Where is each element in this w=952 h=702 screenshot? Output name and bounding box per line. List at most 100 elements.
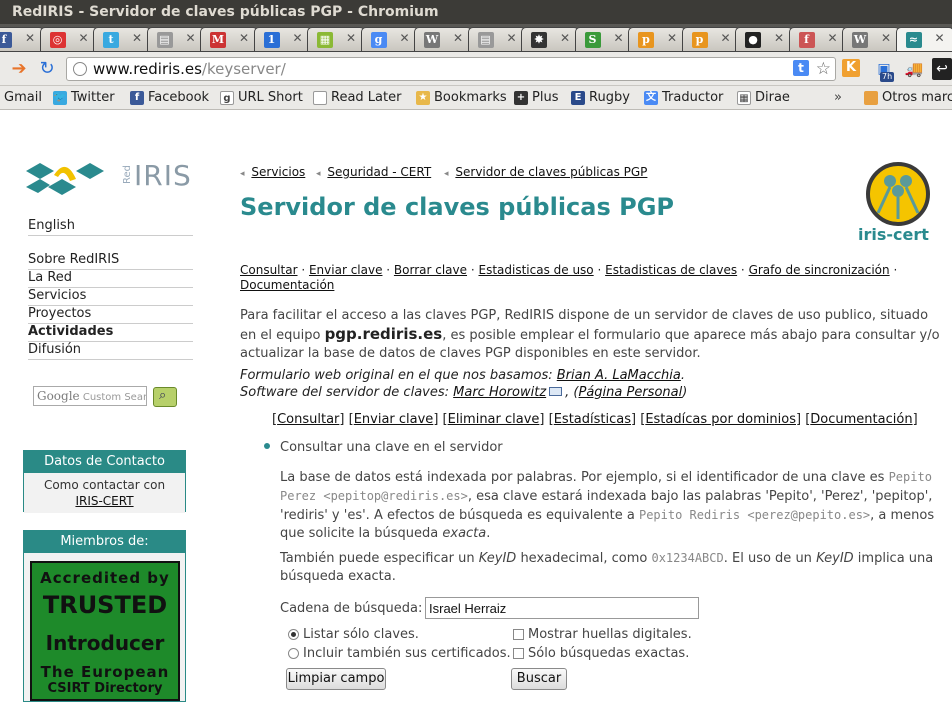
search-button[interactable]: ⌕ [153,387,177,407]
bookmark-item[interactable]: Gmail [4,90,42,105]
browser-tab[interactable]: M ✕ [200,27,258,52]
checkbox-exact[interactable]: Sólo búsquedas exactas. [513,646,689,661]
browser-tab[interactable]: ● ✕ [735,27,793,52]
sidebar-item[interactable]: Sobre RedIRIS [28,252,193,270]
brian-lamacchia-link[interactable]: Brian A. LaMacchia [557,368,681,383]
personal-page-link[interactable]: Página Personal [578,385,682,400]
close-tab-icon[interactable]: ✕ [25,31,35,45]
browser-tab[interactable]: g ✕ [360,27,419,52]
nav-link[interactable]: Estadisticas de uso [478,263,593,277]
browser-tab[interactable]: ✸ ✕ [521,27,579,52]
nav-link[interactable]: Documentación [240,278,334,292]
sidebar-item[interactable]: Proyectos [28,306,193,324]
search-submit-button[interactable]: Buscar [511,668,567,690]
address-bar[interactable]: www.rediris.es/keyserver/ t ☆ [66,57,836,81]
nav-link[interactable]: Borrar clave [394,263,467,277]
browser-tab[interactable]: ▤ ✕ [146,27,205,52]
close-tab-icon[interactable]: ✕ [79,31,89,45]
close-tab-icon[interactable]: ✕ [774,31,784,45]
close-tab-icon[interactable]: ✕ [667,31,677,45]
translate-page-icon[interactable]: t [793,60,809,76]
nav-link[interactable]: Enviar clave [309,263,383,277]
clear-field-button[interactable]: Limpiar campo [286,668,386,690]
sidebar-item[interactable]: Actividades [28,324,193,342]
close-tab-icon[interactable]: ✕ [935,31,945,45]
bookmark-item[interactable]: f Facebook [130,90,209,105]
sub-tab-link[interactable]: Eliminar clave [448,412,540,427]
bookmarks-more-chevron-icon[interactable]: » [834,90,842,105]
close-tab-icon[interactable]: ✕ [507,31,517,45]
google-search-input[interactable]: Google Custom Search [33,386,147,406]
back-arrow-extension-icon[interactable]: ↩ [932,58,952,80]
mail-icon[interactable] [549,387,563,396]
iris-cert-logo[interactable]: iris-cert [858,161,940,246]
truck-extension-icon[interactable]: 🚚 [903,58,925,80]
sidebar-item[interactable]: Servicios [28,288,193,306]
rediris-logo[interactable]: Red IRIS [26,157,191,205]
sidebar-item[interactable]: Difusión [28,342,193,360]
sub-tab-link[interactable]: Documentación [810,412,912,427]
browser-tab[interactable]: ▦ ✕ [307,27,365,52]
bookmark-item[interactable]: E Rugby [571,90,630,105]
browser-tab[interactable]: ◎ ✕ [39,27,98,52]
browser-tab[interactable]: ≈ ✕ [895,27,952,52]
sidebar-item-english[interactable]: English [28,218,193,236]
reload-icon[interactable]: ↻ [36,58,58,80]
close-tab-icon[interactable]: ✕ [132,31,142,45]
browser-tab[interactable]: t ✕ [93,27,151,52]
radio-button[interactable] [288,629,299,640]
checkbox[interactable] [513,629,524,640]
bookmark-item[interactable]: g URL Short [220,90,303,105]
browser-tab[interactable]: ▤ ✕ [467,27,526,52]
nav-link[interactable]: Estadisticas de claves [605,263,737,277]
radio-include-certs[interactable]: Incluir también sus certificados. [288,646,511,661]
radio-list-keys[interactable]: Listar sólo claves. [288,627,419,642]
sidebar-item[interactable]: La Red [28,270,193,288]
k-extension-icon[interactable]: K [842,59,860,77]
browser-tab[interactable]: p ✕ [681,27,740,52]
close-tab-icon[interactable]: ✕ [828,31,838,45]
iris-cert-link[interactable]: IRIS-CERT [26,493,183,509]
close-tab-icon[interactable]: ✕ [346,31,356,45]
sub-tab-link[interactable]: Enviar clave [354,412,434,427]
browser-tab[interactable]: 1 ✕ [253,27,312,52]
bookmark-item[interactable]: ★ Bookmarks [416,90,507,105]
sub-tab-link[interactable]: Estadísticas [554,412,631,427]
browser-tab[interactable]: S ✕ [574,27,633,52]
browser-tab[interactable]: W ✕ [414,27,472,52]
close-tab-icon[interactable]: ✕ [186,31,196,45]
close-tab-icon[interactable]: ✕ [721,31,731,45]
forward-arrow-icon[interactable]: ➔ [8,58,30,80]
bookmark-item[interactable]: 🐦 Twitter [53,90,115,105]
close-tab-icon[interactable]: ✕ [614,31,624,45]
breadcrumb-link[interactable]: Servicios [251,165,305,179]
search-string-input[interactable] [425,597,699,619]
close-tab-icon[interactable]: ✕ [453,31,463,45]
nav-link[interactable]: Grafo de sincronización [749,263,890,277]
marc-horowitz-link[interactable]: Marc Horowitz [453,385,546,400]
close-tab-icon[interactable]: ✕ [239,31,249,45]
page-info-icon[interactable] [73,62,87,76]
bookmark-star-icon[interactable]: ☆ [816,58,831,80]
bookmark-item[interactable]: + Plus [514,90,558,105]
breadcrumb-link[interactable]: Servidor de claves públicas PGP [455,165,647,179]
sub-tab-link[interactable]: Consultar [277,412,339,427]
checkbox[interactable] [513,648,524,659]
radio-button[interactable] [288,648,299,659]
bookmark-item[interactable]: Read Later [313,90,401,105]
bookmark-item[interactable]: ▦ Dirae [737,90,790,105]
browser-tab[interactable]: W ✕ [842,27,900,52]
bookmark-item[interactable]: 文 Traductor [644,90,723,105]
browser-tab[interactable]: f ✕ [788,27,847,52]
nav-link[interactable]: Consultar [240,263,298,277]
close-tab-icon[interactable]: ✕ [881,31,891,45]
trusted-introducer-badge[interactable]: Accredited by TRUSTED Introducer The Eur… [30,561,180,701]
other-bookmarks[interactable]: Otros marc [864,90,952,105]
browser-tab[interactable]: f ✕ [0,27,44,52]
close-tab-icon[interactable]: ✕ [400,31,410,45]
sub-tab-link[interactable]: Estadícas por dominios [645,412,796,427]
breadcrumb-link[interactable]: Seguridad - CERT [327,165,431,179]
checkbox-fingerprints[interactable]: Mostrar huellas digitales. [513,627,692,642]
browser-tab[interactable]: p ✕ [628,27,686,52]
close-tab-icon[interactable]: ✕ [560,31,570,45]
